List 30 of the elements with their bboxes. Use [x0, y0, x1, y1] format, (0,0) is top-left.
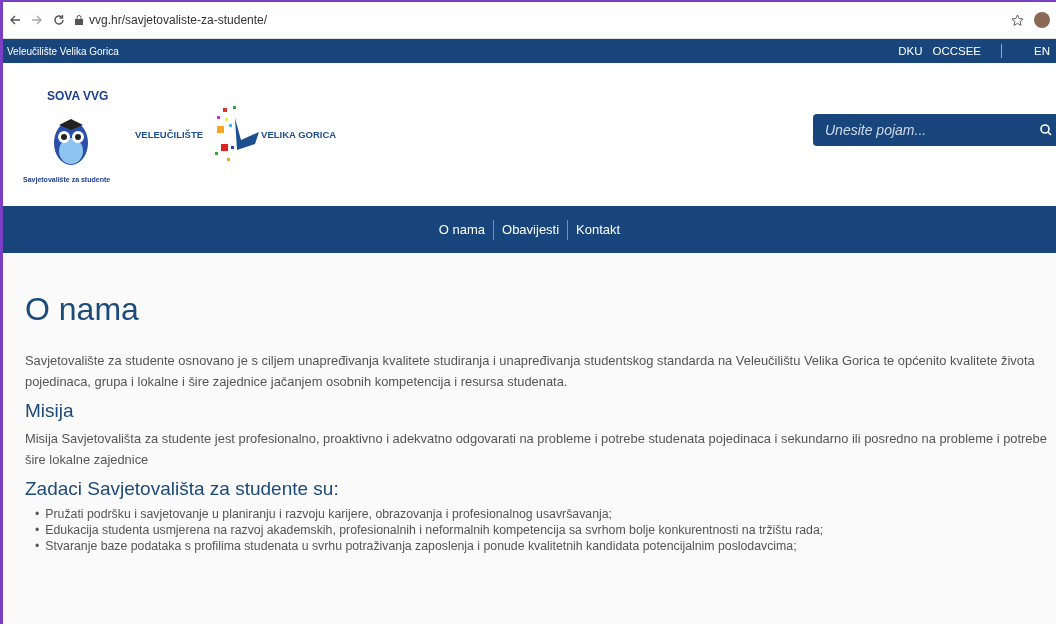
reload-icon[interactable] [53, 14, 65, 26]
search-bar[interactable]: Unesite pojam... [813, 113, 1056, 146]
page-title: O nama [25, 291, 140, 328]
nav-link[interactable]: Kontakt [576, 222, 621, 237]
address-bar-url[interactable]: vvg.hr/savjetovaliste-za-studente/ [89, 13, 268, 27]
site-name[interactable]: Veleučilište Velika Gorica [7, 45, 119, 57]
nav-link[interactable]: Obavijesti [502, 222, 560, 237]
logo-text: VELIKA GORICA [261, 129, 337, 140]
star-icon[interactable] [1011, 13, 1024, 27]
list-item: Edukacija studenta usmjerena na razvoj akademskih, profesionalnih i neformalnih kompetencija sa svrhom bolje konkurentnosti na tržištu rada; [45, 522, 824, 538]
logo-text: VELEUČILIŠTE [135, 129, 204, 140]
section-heading: Zadaci Savjetovališta za studente su: [25, 478, 340, 500]
search-icon[interactable] [1040, 123, 1052, 136]
logo-text: SOVA VVG [47, 88, 109, 103]
bullet: • [35, 506, 40, 522]
nav-link[interactable]: O nama [438, 222, 486, 237]
section-paragraph: Misija Savjetovališta za studente jest profesionalno, proaktivno i adekvatno odgovarati na probleme i potrebe studenata pojedinaca i sekundarno ili posredno na probleme i potrebe šire lokalne zajednice [25, 430, 1048, 469]
list-item: Stvaranje baze podataka s profilima studenata u svrhu potraživanja zaposlenja i ponude kvalitetnih kandidata potencijalnim poslodavcima; [45, 538, 797, 554]
lock-icon [75, 15, 83, 25]
top-link[interactable]: OCCSEE [932, 45, 981, 57]
language-link[interactable]: EN [1034, 45, 1050, 57]
top-link[interactable]: DKU [898, 45, 923, 57]
section-heading: Misija [25, 400, 75, 422]
intro-paragraph: Savjetovalište za studente osnovano je s ciljem unapređivanja kvalitete studiranja i unapređivanja studentskog standarda na Veleučilištu Velika Gorica te općenito kvalitete života pojedinaca, grupa i lokalne i šire zajednice jačanjem osobnih kompetencija i resursa studenata. [25, 352, 1036, 391]
search-field[interactable]: Unesite pojam... [823, 120, 1040, 139]
bullet: • [35, 522, 40, 538]
back-icon[interactable] [9, 14, 21, 26]
bullet: • [35, 538, 40, 554]
avatar[interactable] [1034, 12, 1050, 28]
list-item: Pružati podršku i savjetovanje u planiranju i razvoju karijere, obrazovanja i profesionalnog usavršavanja; [45, 506, 612, 522]
